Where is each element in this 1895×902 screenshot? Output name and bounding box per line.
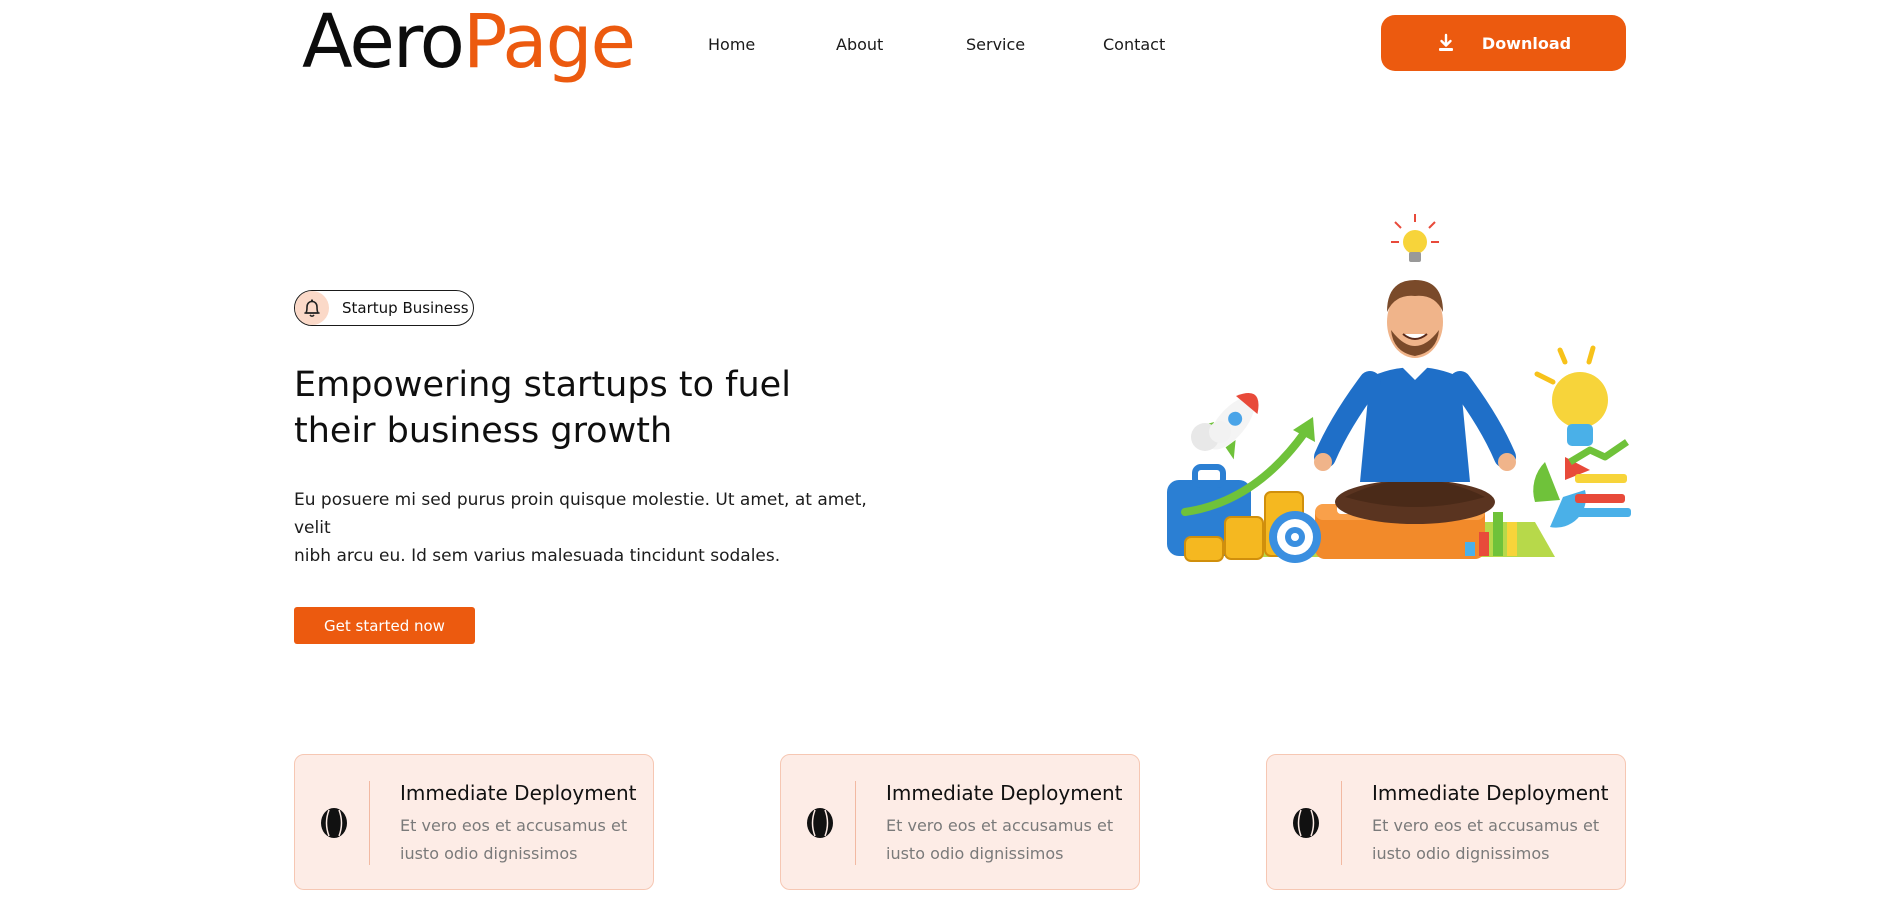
hero-desc-line1: Eu posuere mi sed purus proin quisque mo… (294, 490, 867, 510)
feature-card: Immediate Deployment Et vero eos et accu… (780, 754, 1140, 890)
brand-logo-part2: Page (462, 0, 636, 85)
feature-card: Immediate Deployment Et vero eos et accu… (294, 754, 654, 890)
hero-desc-line3: nibh arcu eu. Id sem varius malesuada ti… (294, 546, 781, 566)
download-button-label: Download (1481, 33, 1572, 53)
feature-title: Immediate Deployment (400, 781, 637, 805)
baseball-icon (321, 808, 347, 838)
feature-title: Immediate Deployment (886, 781, 1123, 805)
hero-desc-line2: velit (294, 518, 331, 538)
baseball-icon (1293, 808, 1319, 838)
hero-headline: Empowering startups to fuel their busine… (294, 362, 854, 454)
feature-card: Immediate Deployment Et vero eos et accu… (1266, 754, 1626, 890)
nav-about-link[interactable]: About (836, 0, 883, 88)
feature-text: Et vero eos et accusamus et iusto odio d… (886, 816, 1114, 863)
hero-illustration (1167, 214, 1631, 563)
bell-icon (295, 291, 329, 325)
hero-headline-line2: their business growth (294, 411, 673, 451)
download-button[interactable]: Download (1381, 15, 1626, 71)
feature-text: Et vero eos et accusamus et iusto odio d… (1372, 816, 1600, 863)
feature-title: Immediate Deployment (1372, 781, 1609, 805)
nav-contact-link[interactable]: Contact (1103, 0, 1165, 88)
brand-logo-part1: Aero (302, 0, 465, 85)
nav-home-link[interactable]: Home (708, 0, 755, 88)
feature-text: Et vero eos et accusamus et iusto odio d… (400, 816, 628, 863)
card-divider (369, 781, 370, 865)
nav-service-link[interactable]: Service (966, 0, 1025, 88)
category-badge: Startup Business (294, 290, 474, 326)
brand-logo[interactable]: AeroPage (302, 0, 636, 85)
hero-headline-line1: Empowering startups to fuel (294, 365, 791, 405)
get-started-button[interactable]: Get started now (294, 607, 475, 644)
card-divider (855, 781, 856, 865)
card-divider (1341, 781, 1342, 865)
hero-description: Eu posuere mi sed purus proin quisque mo… (294, 486, 867, 570)
download-icon (1438, 33, 1453, 51)
baseball-icon (807, 808, 833, 838)
badge-label: Startup Business (342, 299, 469, 317)
